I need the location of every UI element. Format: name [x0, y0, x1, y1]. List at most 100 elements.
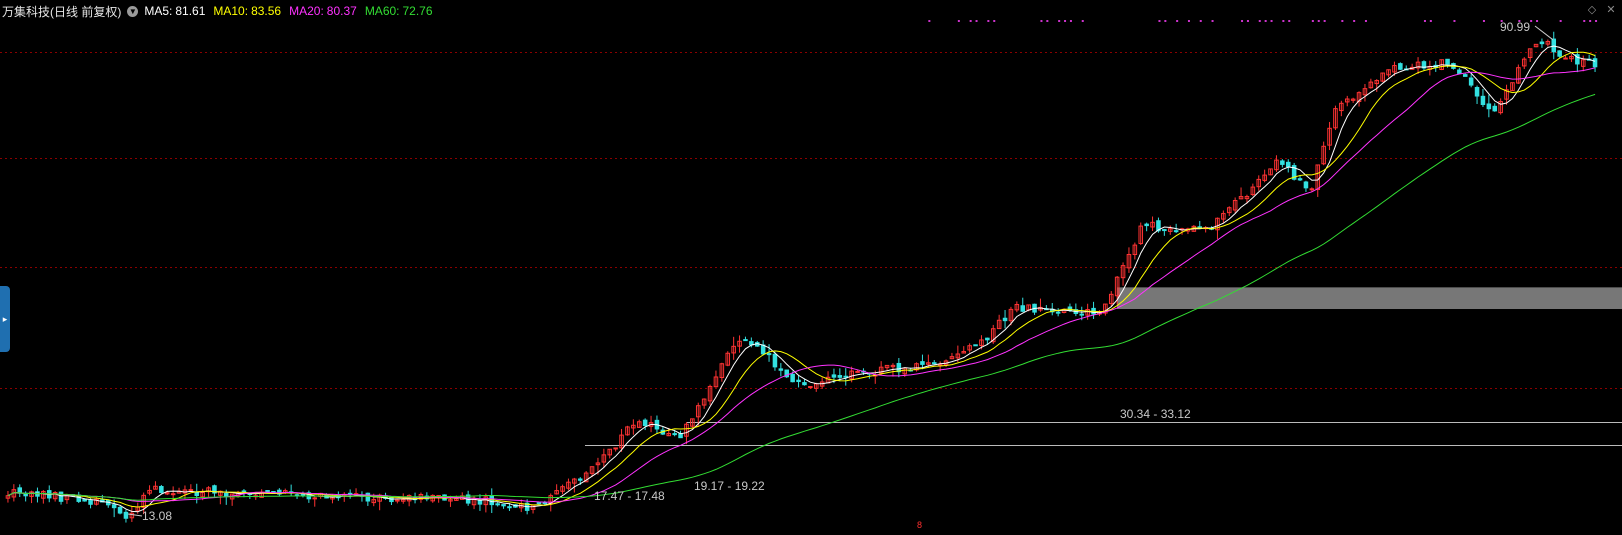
- signal-dot: [1429, 20, 1432, 22]
- ma20-value: 80.37: [326, 4, 357, 18]
- candle-body: [642, 419, 648, 427]
- candle-body: [82, 498, 87, 502]
- candle-body: [117, 506, 123, 514]
- signal-dot: [969, 20, 972, 22]
- candle-body: [1551, 38, 1557, 53]
- kline-chart[interactable]: 万集科技(日线 前复权) ▼ MA5: 81.61 MA10: 83.56 MA20…: [0, 0, 1622, 535]
- ma60-indicator: MA60: 72.76: [365, 4, 433, 18]
- high-price-label: 90.99: [1500, 20, 1531, 34]
- signal-dot: [975, 20, 978, 22]
- price-zone-band: [1117, 287, 1622, 310]
- signal-dot: [1264, 20, 1267, 22]
- candle-body: [501, 504, 506, 507]
- signal-dot: [1270, 20, 1273, 22]
- signal-dot: [1536, 20, 1539, 22]
- candle-body: [985, 337, 990, 341]
- signal-dot: [1164, 20, 1167, 22]
- signal-dot: [1241, 20, 1244, 22]
- chart-canvas[interactable]: [0, 0, 1622, 535]
- signal-dot: [1282, 20, 1285, 22]
- diamond-icon[interactable]: ◇: [1586, 4, 1598, 16]
- ma10-line: [7, 51, 1596, 508]
- candle-body: [1492, 105, 1498, 112]
- candle-body: [831, 374, 837, 378]
- candle-body: [1539, 41, 1545, 45]
- candle-body: [477, 500, 483, 505]
- candle-body: [1285, 161, 1291, 168]
- candle-body: [931, 362, 937, 365]
- candle-body: [778, 368, 784, 371]
- signal-dot: [1081, 20, 1084, 22]
- candle-body: [1303, 181, 1309, 189]
- signal-dot: [993, 20, 996, 22]
- chevron-down-icon[interactable]: ▼: [127, 5, 139, 17]
- candle-body: [802, 382, 807, 386]
- signal-dot: [987, 20, 990, 22]
- candle-body: [1592, 58, 1598, 68]
- date-separator-mark: 8: [917, 520, 923, 530]
- candle-body: [1162, 229, 1167, 232]
- low-price-label: 13.08: [142, 509, 173, 523]
- signal-dot: [1482, 20, 1485, 22]
- signal-dot: [1453, 20, 1456, 22]
- candle-body: [1486, 103, 1492, 110]
- support-zone-label-3: 30.34 - 33.12: [1120, 407, 1191, 421]
- signal-dot: [1317, 20, 1320, 22]
- candle-body: [843, 375, 849, 378]
- signal-dot: [1353, 20, 1356, 22]
- ma5-value: 81.61: [175, 4, 206, 18]
- ma5-label: MA5:: [144, 4, 173, 18]
- candle-body: [577, 478, 583, 481]
- candle-body: [1398, 63, 1403, 70]
- candle-body: [837, 375, 843, 378]
- signal-dot: [1046, 20, 1049, 22]
- candle-body: [920, 361, 925, 365]
- high-pointer-line: [1534, 25, 1554, 41]
- candle-body: [749, 341, 754, 346]
- candle-body: [170, 493, 176, 496]
- candle-body: [495, 503, 500, 506]
- signal-dot: [1211, 20, 1214, 22]
- candle-body: [796, 379, 801, 383]
- candle-body: [790, 373, 795, 383]
- signal-dot: [1058, 20, 1061, 22]
- candle-body: [188, 489, 194, 492]
- candle-body: [300, 493, 306, 496]
- signal-dot: [1158, 20, 1161, 22]
- signal-dot: [1311, 20, 1314, 22]
- candle-body: [760, 344, 766, 355]
- candle-body: [1144, 223, 1149, 227]
- candle-body: [312, 497, 318, 500]
- signal-dot: [1323, 20, 1326, 22]
- signal-dot: [1530, 20, 1533, 22]
- candle-body: [123, 511, 129, 519]
- close-icon[interactable]: ✕: [1605, 4, 1617, 16]
- candle-body: [365, 492, 371, 502]
- candle-body: [1480, 95, 1486, 106]
- candle-body: [743, 339, 748, 342]
- candle-body: [58, 491, 64, 502]
- candle-body: [808, 386, 813, 389]
- chart-header: 万集科技(日线 前复权) ▼ MA5: 81.61 MA10: 83.56 MA20…: [2, 2, 441, 20]
- ma60-value: 72.76: [402, 4, 433, 18]
- candle-body: [973, 344, 978, 347]
- candle-body: [1309, 188, 1315, 191]
- candle-body: [1297, 178, 1303, 181]
- signal-dot: [1288, 20, 1291, 22]
- signal-dot: [1069, 20, 1072, 22]
- signal-dot: [1199, 20, 1202, 22]
- candle-body: [678, 433, 683, 439]
- candle-body: [613, 447, 618, 450]
- support-zone-label-2: 19.17 - 19.22: [694, 479, 765, 493]
- ma10-indicator: MA10: 83.56: [213, 4, 281, 18]
- candle-body: [111, 504, 117, 509]
- candle-body: [223, 493, 229, 497]
- candle-body: [766, 353, 772, 356]
- expand-panel-icon[interactable]: ▸: [0, 286, 10, 352]
- candle-body: [1474, 87, 1480, 97]
- candle-body: [855, 370, 860, 373]
- signal-dot: [1589, 20, 1592, 22]
- signal-dot: [1064, 20, 1067, 22]
- candle-body: [772, 353, 778, 368]
- signal-dot: [1364, 20, 1367, 22]
